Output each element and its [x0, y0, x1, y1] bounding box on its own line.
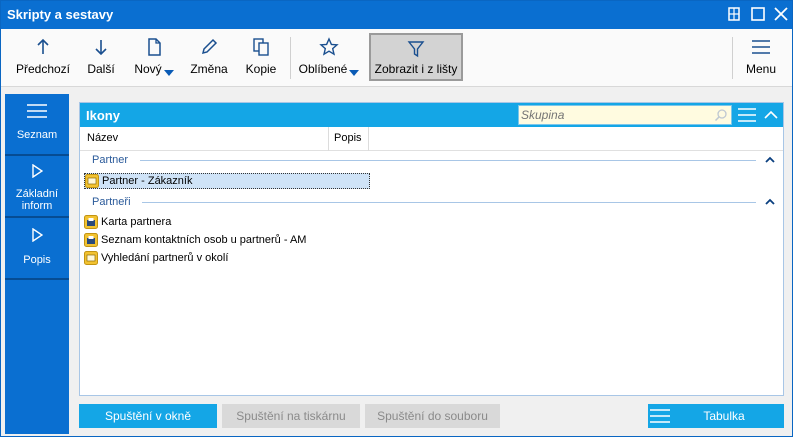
report-icon — [84, 233, 98, 247]
nav-label-basic-info-2: inform — [21, 200, 53, 212]
arrow-down-icon — [95, 40, 107, 56]
pencil-icon — [201, 38, 218, 55]
copy-icon — [253, 38, 269, 56]
icons-panel: Ikony Název Popis Partner Partner - Záka… — [79, 102, 784, 396]
change-button[interactable]: Změna — [187, 33, 231, 81]
hamburger-icon — [27, 104, 47, 118]
row-label: Karta partnera — [101, 216, 172, 228]
previous-button[interactable]: Předchozí — [13, 33, 73, 81]
nav-item-description[interactable]: Popis — [5, 218, 69, 278]
search-icon[interactable] — [714, 108, 728, 122]
maximize-icon[interactable] — [749, 5, 767, 23]
title-bar: Skripty a sestavy — [1, 1, 792, 29]
column-divider[interactable] — [328, 127, 329, 151]
chevron-up-icon[interactable] — [765, 156, 775, 164]
left-nav: Seznam Základní inform Popis — [5, 94, 69, 434]
new-label: Nový — [134, 62, 162, 76]
change-label: Změna — [190, 62, 228, 76]
favorites-button[interactable]: Oblíbené — [297, 33, 361, 81]
run-in-window-button[interactable]: Spuštění v okně — [79, 404, 217, 428]
close-icon[interactable] — [772, 5, 790, 23]
new-button[interactable]: Nový — [129, 33, 179, 81]
run-on-printer-button[interactable]: Spuštění na tiskárnu — [222, 404, 360, 428]
script-icon — [85, 174, 99, 188]
chevron-up-icon[interactable] — [765, 198, 775, 206]
copy-button[interactable]: Kopie — [241, 33, 281, 81]
nav-label-list: Seznam — [16, 129, 58, 141]
hamburger-icon[interactable] — [737, 106, 757, 124]
document-icon — [148, 38, 161, 56]
chevron-down-icon[interactable] — [163, 70, 174, 76]
nav-item-list[interactable]: Seznam — [5, 94, 69, 154]
previous-label: Předchozí — [15, 62, 71, 76]
filter-icon — [407, 41, 425, 58]
group-divider — [140, 160, 756, 161]
column-header: Název Popis — [80, 127, 783, 151]
main-window: Skripty a sestavy Předchozí Další Nový Z… — [0, 0, 793, 437]
run-to-file-button[interactable]: Spuštění do souboru — [365, 404, 500, 428]
star-icon — [319, 37, 339, 56]
show-from-bar-button[interactable]: Zobrazit i z lišty — [369, 33, 463, 81]
chevron-up-icon[interactable] — [763, 106, 779, 124]
arrow-up-icon — [37, 38, 49, 54]
toolbar: Předchozí Další Nový Změna Kopie Oblíben… — [1, 29, 792, 87]
hamburger-icon — [752, 40, 770, 54]
window-title: Skripty a sestavy — [7, 7, 114, 22]
play-icon — [32, 164, 43, 178]
menu-label: Menu — [745, 62, 777, 76]
next-label: Další — [87, 62, 115, 76]
play-icon — [32, 228, 43, 242]
row-label: Seznam kontaktních osob u partnerů - AM — [101, 234, 307, 246]
toolbar-divider — [732, 37, 733, 79]
report-icon — [84, 215, 98, 229]
group-label: Partner — [92, 154, 129, 166]
column-divider[interactable] — [368, 127, 369, 151]
group-label: Partneři — [92, 196, 131, 208]
group-divider — [142, 202, 756, 203]
nav-item-basic-info[interactable]: Základní inform — [5, 156, 69, 216]
toolbar-divider — [290, 37, 291, 79]
copy-label: Kopie — [245, 62, 277, 76]
nav-divider — [5, 278, 69, 280]
restore-icon[interactable] — [725, 5, 743, 23]
menu-button[interactable]: Menu — [741, 33, 781, 81]
chevron-down-icon[interactable] — [349, 70, 360, 76]
script-icon — [84, 251, 98, 265]
group-search-input[interactable] — [521, 107, 711, 123]
column-description[interactable]: Popis — [334, 132, 362, 144]
nav-label-description: Popis — [23, 254, 51, 266]
panel-title: Ikony — [86, 108, 120, 123]
table-label: Tabulka — [703, 409, 745, 423]
row-label: Partner - Zákazník — [102, 175, 193, 187]
column-name[interactable]: Název — [87, 132, 118, 144]
row-label: Vyhledání partnerů v okolí — [101, 252, 229, 264]
show-from-bar-label: Zobrazit i z lišty — [374, 62, 458, 76]
list-item[interactable]: Partner - Zákazník — [84, 173, 370, 189]
hamburger-icon — [650, 409, 670, 423]
next-button[interactable]: Další — [81, 33, 121, 81]
group-search — [518, 105, 732, 125]
nav-label-basic-info-1: Základní — [15, 188, 59, 200]
list-item[interactable]: Vyhledání partnerů v okolí — [84, 250, 228, 266]
list-item[interactable]: Seznam kontaktních osob u partnerů - AM — [84, 232, 306, 248]
list-item[interactable]: Karta partnera — [84, 214, 171, 230]
favorites-label: Oblíbené — [298, 62, 348, 76]
table-button[interactable]: Tabulka — [648, 404, 784, 428]
panel-header: Ikony — [80, 103, 783, 127]
